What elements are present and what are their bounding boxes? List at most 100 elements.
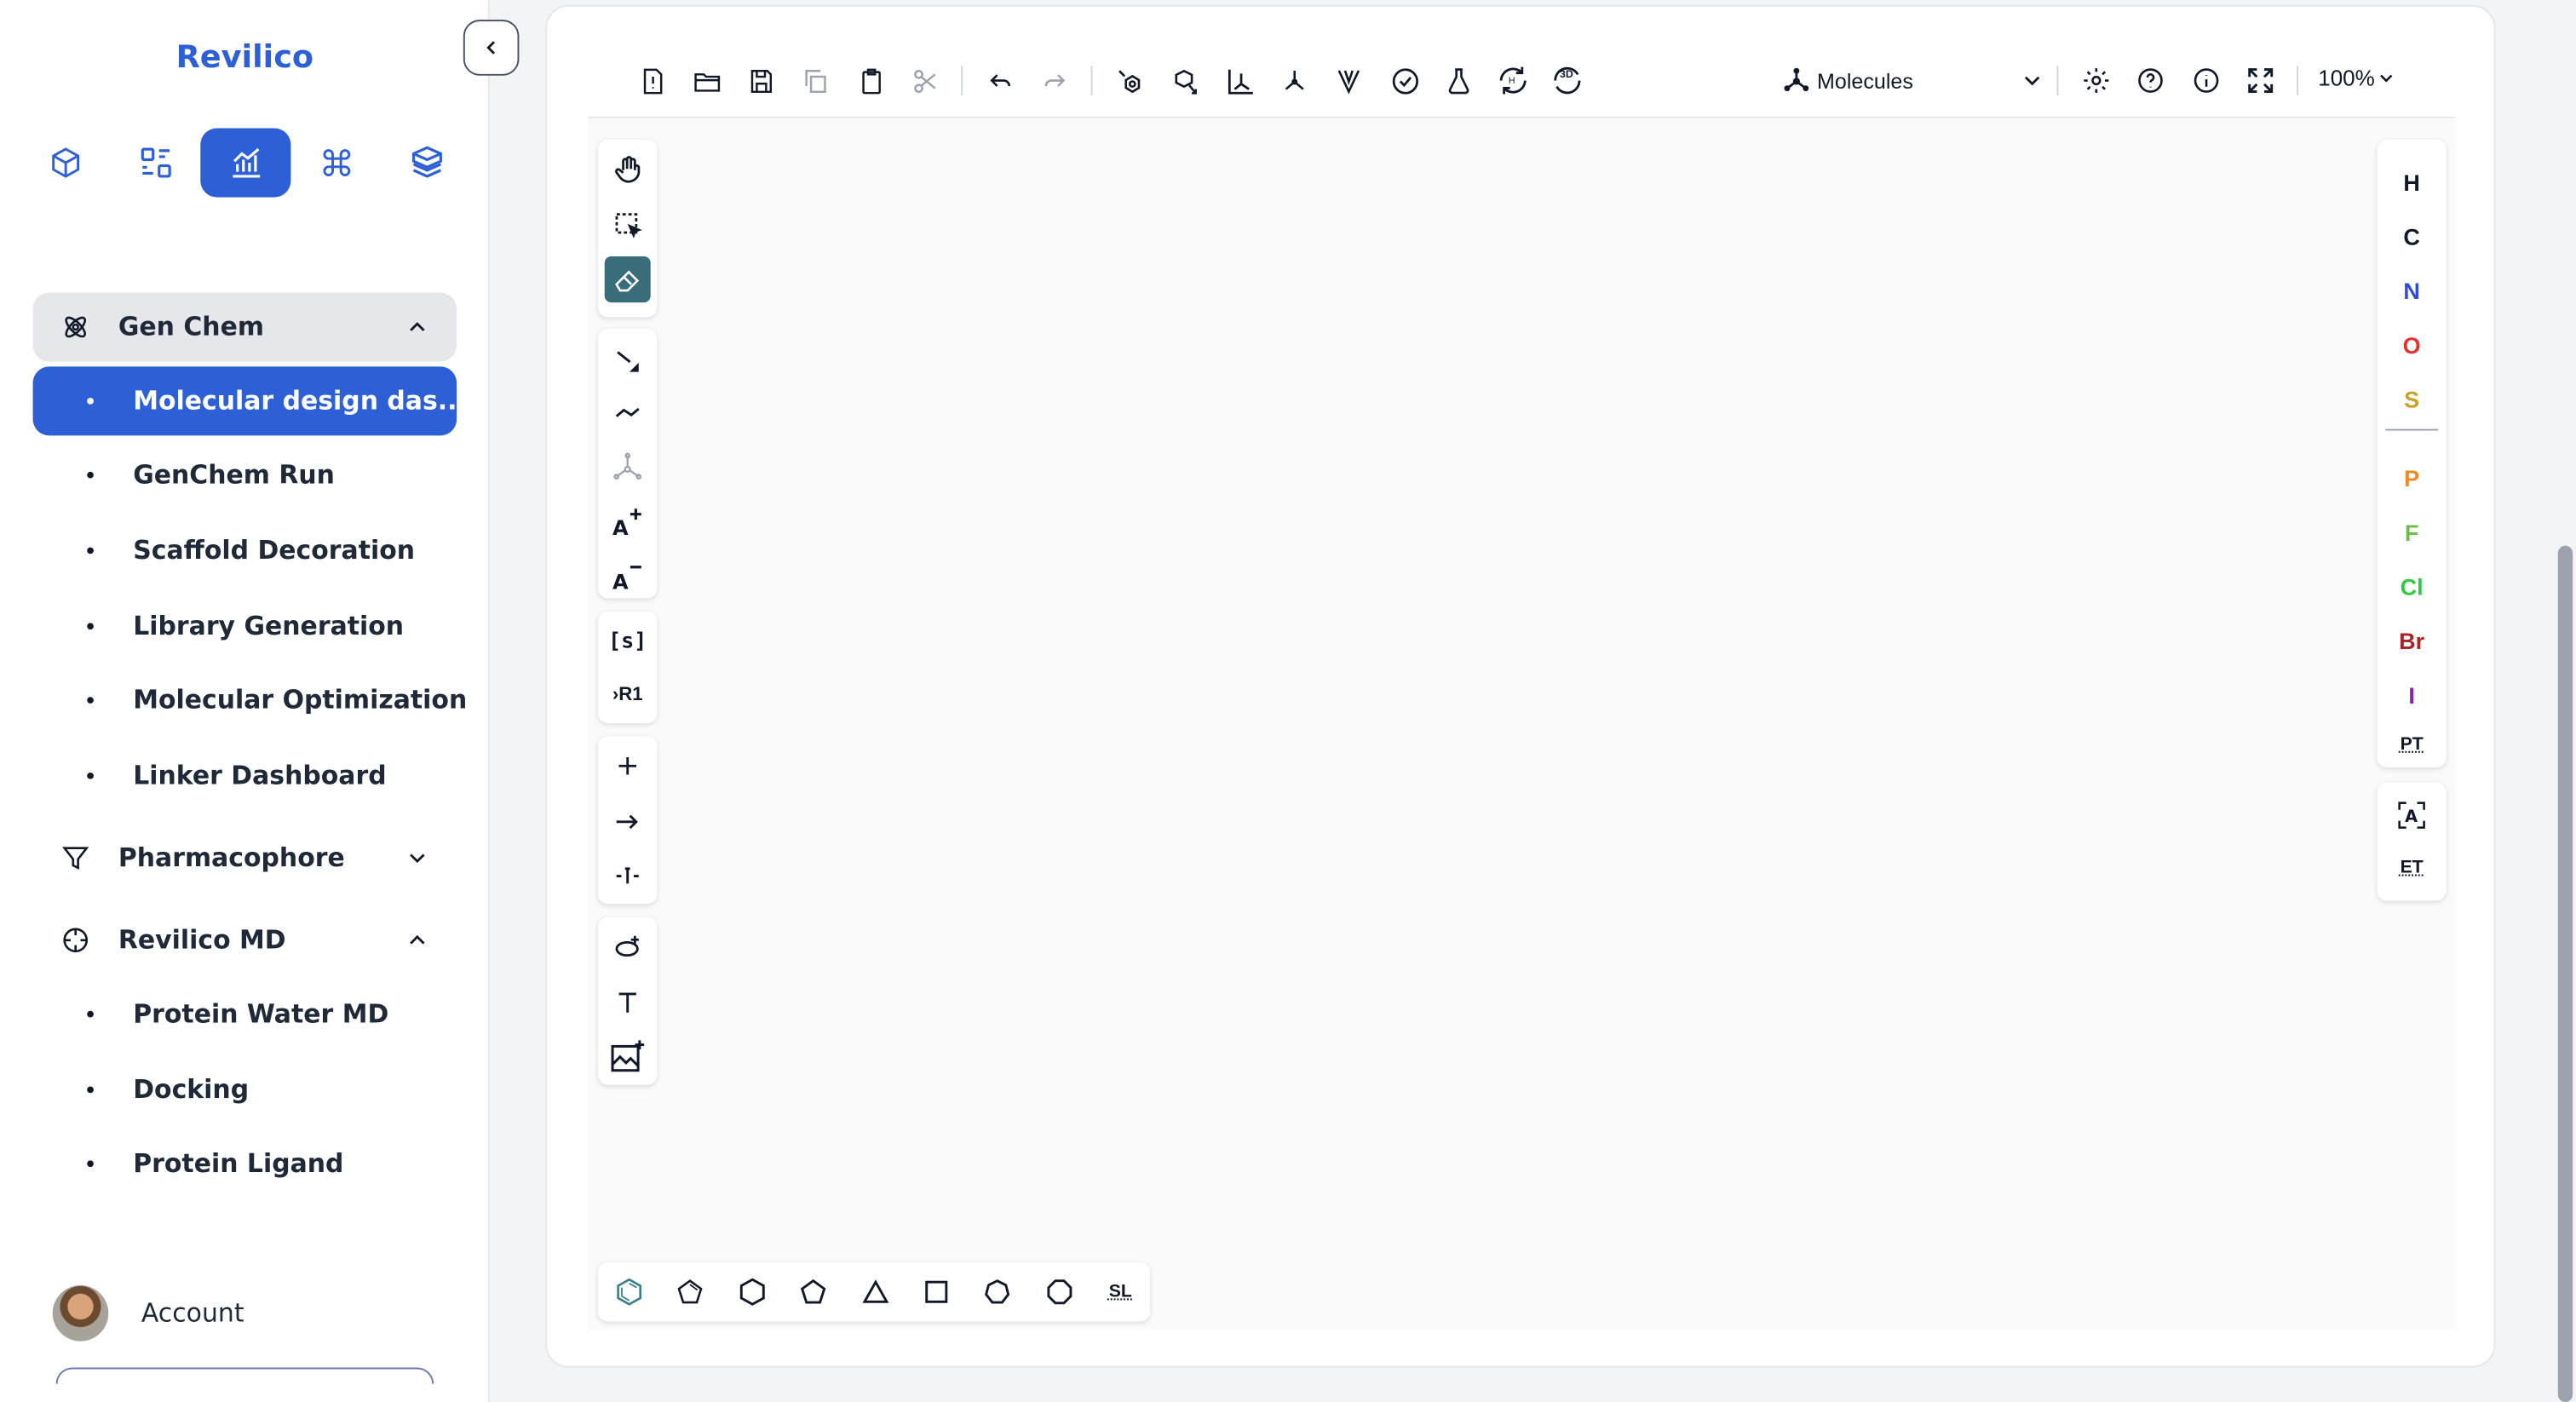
cyclopentadiene-icon[interactable] <box>670 1273 710 1312</box>
page-scrollbar-thumb[interactable] <box>2557 545 2573 1402</box>
open-folder-icon[interactable] <box>688 62 724 98</box>
mode-dropdown[interactable]: Molecules <box>1782 60 2045 100</box>
nav-group-gen-chem[interactable]: Gen Chem <box>32 292 457 362</box>
rgroup-button[interactable]: › R1 <box>605 672 651 718</box>
cycloheptane-icon[interactable] <box>977 1273 1016 1312</box>
zoom-dropdown[interactable]: 100% <box>2318 66 2396 90</box>
charge-minus-icon[interactable]: A <box>605 552 651 598</box>
eraser-icon[interactable] <box>604 256 651 303</box>
nav-item-docking[interactable]: Docking <box>33 1055 457 1124</box>
nav-layers-box-icon[interactable] <box>381 129 471 198</box>
element-n-button[interactable]: N <box>2378 271 2447 310</box>
bullet-dot <box>87 471 94 479</box>
nav-item-scaffold-decoration[interactable]: Scaffold Decoration <box>33 516 457 585</box>
drawing-canvas[interactable]: A A [s] › R1 H C N O S P F Cl Br I PT A … <box>588 118 2457 1330</box>
benzene-icon[interactable] <box>609 1273 648 1312</box>
toolbar-divider <box>1090 66 1093 95</box>
element-h-button[interactable]: H <box>2378 163 2447 202</box>
extended-table-button[interactable]: ET <box>2378 848 2447 888</box>
nav-group-revilico-md[interactable]: Revilico MD <box>33 905 457 974</box>
info-icon[interactable] <box>2188 62 2224 98</box>
help-icon[interactable] <box>2132 62 2168 98</box>
left-toolbar-group-group: [s] › R1 <box>597 611 658 724</box>
plus-icon[interactable] <box>605 743 651 789</box>
svg-text:H: H <box>1509 76 1515 86</box>
attachment-icon[interactable] <box>605 853 651 899</box>
clean-icon[interactable] <box>1276 62 1312 98</box>
element-o-button[interactable]: O <box>2378 325 2447 365</box>
cip-icon[interactable] <box>1331 62 1366 98</box>
arrow-icon[interactable] <box>605 799 651 845</box>
nav-item-library-generation[interactable]: Library Generation <box>33 592 457 661</box>
cyclooctane-icon[interactable] <box>1040 1273 1079 1312</box>
layout-icon[interactable] <box>1222 62 1258 98</box>
cyclopentane-icon[interactable] <box>793 1273 832 1312</box>
calculate-icon[interactable] <box>1440 62 1476 98</box>
periodic-table-button[interactable]: PT <box>2378 725 2447 764</box>
atom-icon <box>59 311 92 344</box>
cyclobutane-icon[interactable] <box>917 1273 956 1312</box>
settings-icon[interactable] <box>2079 62 2114 98</box>
redo-icon[interactable] <box>1037 62 1072 98</box>
save-icon[interactable] <box>743 62 779 98</box>
new-file-icon[interactable] <box>634 62 670 98</box>
bullet-dot <box>87 772 94 779</box>
zoom-value: 100% <box>2318 66 2375 91</box>
element-p-button[interactable]: P <box>2378 458 2447 497</box>
nav-command-icon[interactable] <box>290 129 381 198</box>
structure-library-button[interactable]: SL <box>1101 1273 1140 1312</box>
fullscreen-icon[interactable] <box>2242 62 2278 98</box>
3d-icon[interactable]: 3D <box>1550 62 1585 98</box>
nav-item-protein-water-md[interactable]: Protein Water MD <box>33 980 457 1049</box>
check-icon[interactable] <box>1387 62 1423 98</box>
element-i-button[interactable]: I <box>2378 675 2447 715</box>
editor-panel: H 3D Molecules 100% A A [s] › R1 H C N O… <box>545 4 2496 1368</box>
cut-icon[interactable] <box>907 62 943 98</box>
element-c-button[interactable]: C <box>2378 217 2447 256</box>
element-br-button[interactable]: Br <box>2378 621 2447 660</box>
nav-item-protein-ligand[interactable]: Protein Ligand <box>33 1129 457 1198</box>
template-icon[interactable] <box>605 923 651 969</box>
nav-item-molecular-optimization[interactable]: Molecular Optimization <box>33 666 467 735</box>
element-f-button[interactable]: F <box>2378 513 2447 552</box>
element-cl-button[interactable]: Cl <box>2378 567 2447 606</box>
filter-icon <box>59 842 92 875</box>
charge-plus-icon[interactable]: A <box>605 498 651 544</box>
stereo-icon[interactable]: H <box>1495 62 1531 98</box>
nav-item-linker-dashboard[interactable]: Linker Dashboard <box>33 741 457 810</box>
text-icon[interactable] <box>605 980 651 1026</box>
nav-group-pharmacophore[interactable]: Pharmacophore <box>33 824 457 893</box>
svg-text:A: A <box>612 570 629 591</box>
account-button[interactable]: Account <box>52 1285 244 1342</box>
nav-item-label: GenChem Run <box>133 460 335 491</box>
select-icon[interactable] <box>605 202 651 248</box>
chevron-up-icon <box>410 322 425 331</box>
chain-icon[interactable] <box>605 389 651 435</box>
nav-box-icon[interactable] <box>20 129 110 198</box>
copy-icon[interactable] <box>796 62 832 98</box>
text-frame-icon[interactable]: A <box>2378 799 2447 838</box>
brand-logo[interactable]: Revilico <box>0 39 490 75</box>
atom-bonds-icon[interactable] <box>605 444 651 490</box>
image-icon[interactable] <box>605 1034 651 1080</box>
nav-group-label: Pharmacophore <box>118 842 345 873</box>
nav-grid-swap-icon[interactable] <box>110 129 200 198</box>
nav-item-label: Molecular Optimization <box>133 685 468 715</box>
paste-icon[interactable] <box>853 62 888 98</box>
undo-icon[interactable] <box>982 62 1018 98</box>
nav-item-label: Molecular design das... <box>133 386 467 417</box>
cyclopropane-icon[interactable] <box>856 1273 895 1312</box>
nav-item-molecular-design[interactable]: Molecular design das... <box>32 366 467 436</box>
dearomatize-icon[interactable] <box>1166 62 1202 98</box>
nav-item-genchem-run[interactable]: GenChem Run <box>33 440 457 509</box>
collapse-sidebar-button[interactable] <box>463 20 520 76</box>
element-s-button[interactable]: S <box>2378 380 2447 419</box>
aromatize-icon[interactable] <box>1113 62 1148 98</box>
nav-icon-bar <box>20 128 473 198</box>
cyclohexane-icon[interactable] <box>733 1273 772 1312</box>
bond-icon[interactable] <box>605 336 651 382</box>
chevron-left-icon <box>486 41 496 55</box>
nav-chart-icon[interactable] <box>200 128 291 198</box>
sgroup-button[interactable]: [s] <box>605 618 651 664</box>
hand-icon[interactable] <box>605 147 651 192</box>
